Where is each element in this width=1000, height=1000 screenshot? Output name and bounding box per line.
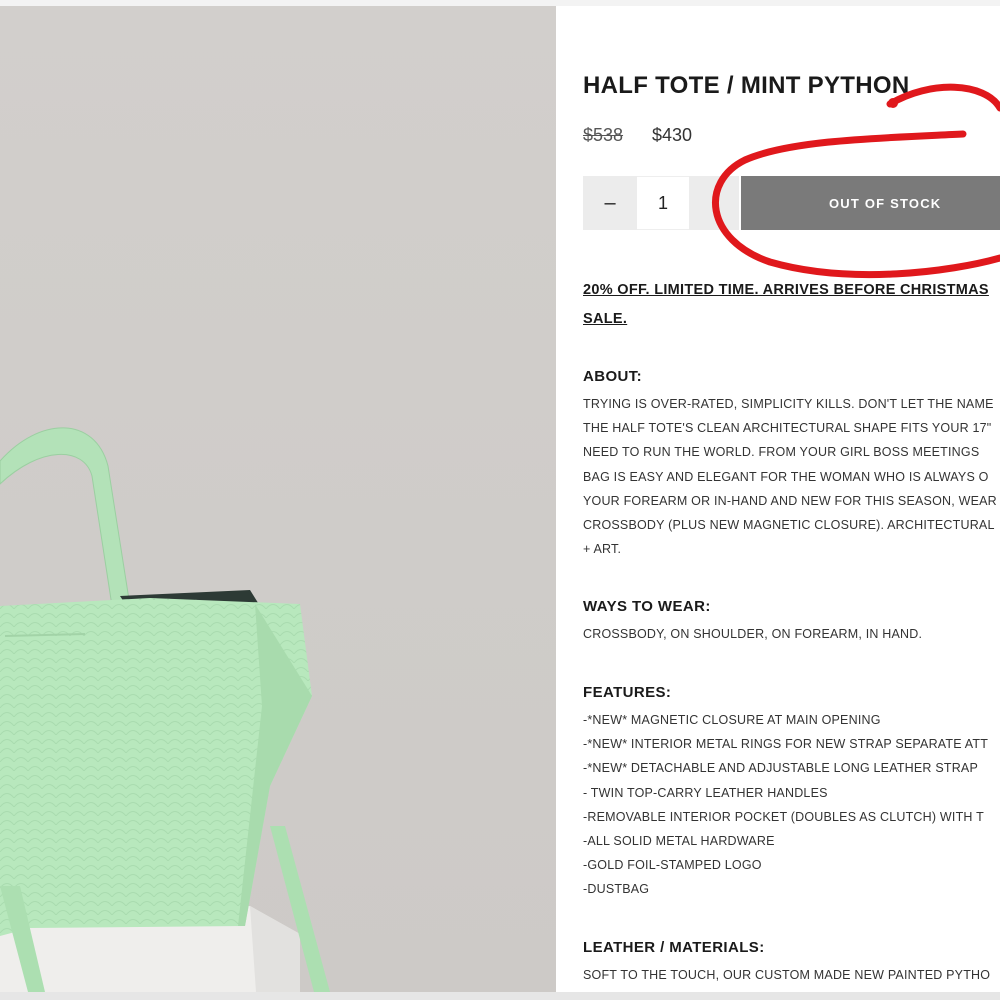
promo-banner[interactable]: 20% OFF. LIMITED TIME. ARRIVES BEFORE CH… [583, 276, 1000, 334]
product-photo-illustration [0, 427, 330, 992]
feature-item: -GOLD FOIL-STAMPED LOGO [583, 858, 762, 873]
about-line: THE HALF TOTE'S CLEAN ARCHITECTURAL SHAP… [583, 421, 992, 436]
out-of-stock-button[interactable]: OUT OF STOCK [741, 176, 1000, 230]
materials-text: SOFT TO THE TOUCH, OUR CUSTOM MADE NEW P… [583, 963, 990, 987]
feature-item: -ALL SOLID METAL HARDWARE [583, 833, 775, 848]
ways-line: CROSSBODY, ON SHOULDER, ON FOREARM, IN H… [583, 627, 923, 641]
about-line: TRYING IS OVER-RATED, SIMPLICITY KILLS. … [583, 397, 994, 411]
features-list: -*NEW* MAGNETIC CLOSURE AT MAIN OPENING … [583, 708, 988, 902]
feature-item: -*NEW* INTERIOR METAL RINGS FOR NEW STRA… [583, 737, 989, 752]
about-line: BAG IS EASY AND ELEGANT FOR THE WOMAN WH… [583, 469, 989, 484]
about-text: TRYING IS OVER-RATED, SIMPLICITY KILLS. … [583, 392, 997, 561]
about-line: YOUR FOREARM OR IN-HAND AND NEW FOR THIS… [583, 493, 997, 508]
quantity-decrease-button[interactable]: – [583, 176, 637, 230]
features-heading: FEATURES: [583, 684, 672, 701]
quantity-input[interactable] [637, 176, 689, 230]
about-line: CROSSBODY (PLUS NEW MAGNETIC CLOSURE). A… [583, 517, 995, 532]
original-price: $538 [583, 125, 624, 145]
ways-to-wear-text: CROSSBODY, ON SHOULDER, ON FOREARM, IN H… [583, 622, 922, 646]
quantity-increase-button[interactable] [689, 176, 739, 230]
product-image[interactable] [0, 6, 556, 992]
product-title: HALF TOTE / MINT PYTHON [583, 72, 910, 99]
about-line: + ART. [583, 542, 622, 557]
promo-line: 20% OFF. LIMITED TIME. ARRIVES BEFORE CH… [583, 282, 989, 298]
feature-item: -REMOVABLE INTERIOR POCKET (DOUBLES AS C… [583, 809, 984, 824]
bottom-scrollbar-area [0, 992, 1000, 1000]
promo-line: SALE. [583, 311, 628, 327]
feature-item: -*NEW* MAGNETIC CLOSURE AT MAIN OPENING [583, 713, 881, 727]
materials-heading: LEATHER / MATERIALS: [583, 939, 765, 956]
feature-item: - TWIN TOP-CARRY LEATHER HANDLES [583, 785, 828, 800]
ways-to-wear-heading: WAYS TO WEAR: [583, 598, 711, 615]
about-line: NEED TO RUN THE WORLD. FROM YOUR GIRL BO… [583, 445, 980, 460]
product-info-panel: HALF TOTE / MINT PYTHON $538 $430 – OUT … [583, 0, 1000, 992]
screenshot: HALF TOTE / MINT PYTHON $538 $430 – OUT … [0, 0, 1000, 1000]
about-heading: ABOUT: [583, 368, 643, 385]
materials-line: SOFT TO THE TOUCH, OUR CUSTOM MADE NEW P… [583, 968, 991, 982]
bag-handle [0, 427, 131, 607]
sale-price: $430 [652, 125, 693, 145]
feature-item: -DUSTBAG [583, 882, 650, 897]
feature-item: -*NEW* DETACHABLE AND ADJUSTABLE LONG LE… [583, 761, 979, 776]
